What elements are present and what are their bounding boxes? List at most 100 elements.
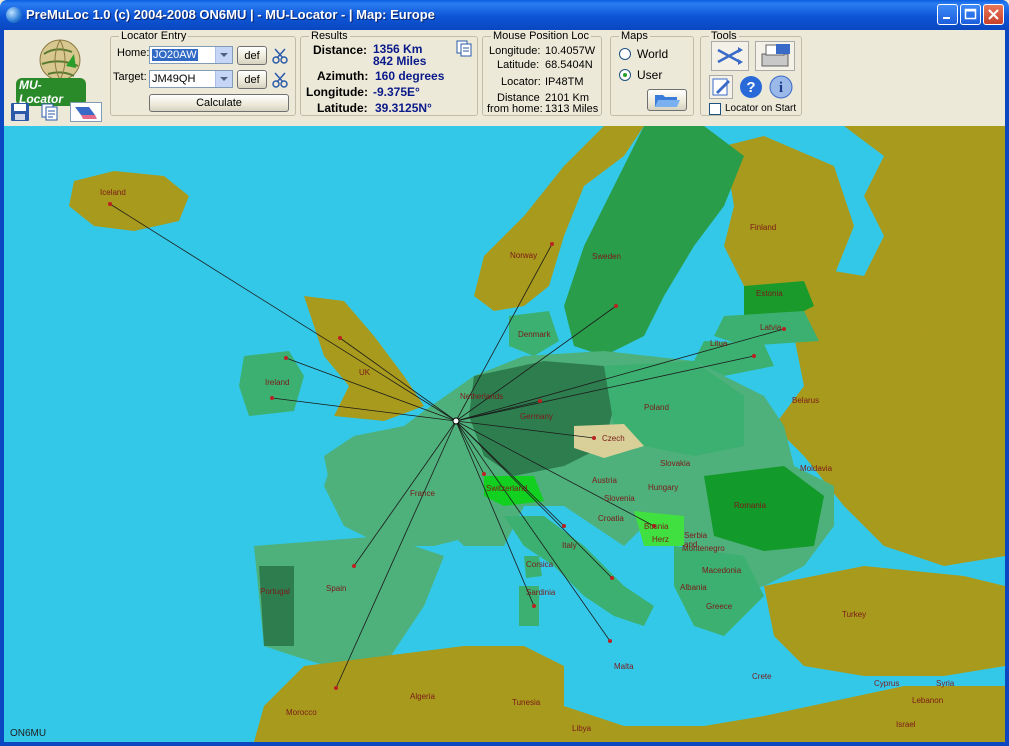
mouse-locator-value: IP48TM bbox=[545, 76, 584, 88]
maps-label: Maps bbox=[619, 30, 650, 42]
eraser-icon bbox=[75, 107, 97, 119]
country-label: Ireland bbox=[265, 378, 290, 387]
calc-tool-button[interactable] bbox=[711, 41, 749, 71]
printer-icon bbox=[761, 44, 790, 67]
results-group: Results Distance: 1356 Km 842 Miles Azim… bbox=[300, 30, 478, 116]
copy-icon bbox=[456, 40, 472, 57]
target-locator-value[interactable]: JM49QH bbox=[152, 73, 195, 85]
mouse-position-group: Mouse Position Loc Longitude: 10.4057W L… bbox=[482, 30, 602, 116]
target-def-button[interactable]: def bbox=[237, 70, 267, 89]
window-frame-right bbox=[1005, 126, 1009, 742]
world-radio[interactable] bbox=[619, 48, 631, 60]
window-frame-bottom bbox=[0, 742, 1009, 746]
azimuth-label: Azimuth: bbox=[317, 69, 369, 83]
map-canvas[interactable] bbox=[4, 126, 1005, 742]
country-label: Montenegro bbox=[682, 544, 725, 553]
country-label: Algeria bbox=[410, 692, 435, 701]
target-locator-combo[interactable]: JM49QH bbox=[149, 70, 233, 88]
mouse-distance-miles-value: 1313 Miles bbox=[545, 103, 599, 115]
country-label: Spain bbox=[326, 584, 347, 593]
country-label: Italy bbox=[562, 541, 577, 550]
user-label[interactable]: User bbox=[637, 68, 662, 82]
country-label: Sweden bbox=[592, 252, 621, 261]
close-icon bbox=[988, 9, 999, 20]
help-question-icon: ? bbox=[740, 76, 762, 98]
scissors-icon bbox=[272, 72, 288, 88]
world-label[interactable]: World bbox=[637, 47, 668, 61]
home-def-button[interactable]: def bbox=[237, 46, 267, 65]
app-icon[interactable] bbox=[6, 7, 22, 23]
locator-entry-label: Locator Entry bbox=[119, 30, 189, 42]
home-clear-button[interactable] bbox=[271, 47, 289, 65]
mouse-from-home-label: from home: bbox=[487, 103, 543, 115]
country-label: Finland bbox=[750, 223, 777, 232]
home-marker bbox=[452, 417, 460, 425]
country-label: Corsica bbox=[526, 560, 554, 569]
title-bar[interactable]: PreMuLoc 1.0 (c) 2004-2008 ON6MU | - MU-… bbox=[0, 0, 1009, 30]
country-label: Bosnia bbox=[644, 522, 669, 531]
country-label: Norway bbox=[510, 251, 538, 260]
mouse-latitude-label: Latitude: bbox=[497, 59, 540, 71]
longitude-value: -9.375E° bbox=[373, 85, 420, 99]
minimize-icon bbox=[943, 17, 950, 19]
country-label: Macedonia bbox=[702, 566, 742, 575]
close-button[interactable] bbox=[983, 4, 1004, 25]
europe-map[interactable]: Iceland Norway Sweden Finland Estonia La… bbox=[4, 126, 1005, 742]
results-label: Results bbox=[309, 30, 350, 42]
chevron-down-icon[interactable] bbox=[215, 47, 232, 63]
notepad-pencil-icon bbox=[712, 78, 730, 96]
locator-entry-group: Locator Entry Home: JO20AW def Target: J… bbox=[110, 30, 296, 116]
country-label: Hungary bbox=[648, 483, 679, 492]
locator-on-start-checkbox[interactable] bbox=[709, 103, 721, 115]
window-title: PreMuLoc 1.0 (c) 2004-2008 ON6MU | - MU-… bbox=[26, 7, 435, 22]
chevron-down-icon[interactable] bbox=[215, 71, 232, 87]
latitude-value: 39.3125N° bbox=[375, 101, 432, 115]
print-tool-button[interactable] bbox=[755, 41, 795, 71]
country-label: Denmark bbox=[518, 330, 551, 339]
target-clear-button[interactable] bbox=[271, 71, 289, 89]
edit-tool-button[interactable] bbox=[709, 75, 733, 99]
open-map-button[interactable] bbox=[647, 89, 687, 111]
save-button[interactable] bbox=[10, 102, 30, 122]
latitude-label: Latitude: bbox=[317, 101, 368, 115]
info-button[interactable]: i bbox=[769, 75, 793, 99]
mouse-latitude-value: 68.5404N bbox=[545, 59, 593, 71]
help-button[interactable]: ? bbox=[739, 75, 763, 99]
country-label: Tunesia bbox=[512, 698, 541, 707]
calculate-button[interactable]: Calculate bbox=[149, 94, 289, 112]
mouse-position-label: Mouse Position Loc bbox=[491, 30, 591, 42]
country-label: Estonia bbox=[756, 289, 783, 298]
copy-button[interactable] bbox=[40, 102, 60, 122]
user-radio[interactable] bbox=[619, 69, 631, 81]
mouse-longitude-label: Longitude: bbox=[489, 45, 541, 57]
country-label: Slovakia bbox=[660, 459, 691, 468]
mouse-longitude-value: 10.4057W bbox=[545, 45, 596, 57]
country-label: Sardinia bbox=[526, 588, 556, 597]
mouse-locator-label: Locator: bbox=[501, 76, 541, 88]
minimize-button[interactable] bbox=[937, 4, 958, 25]
country-label: Crete bbox=[752, 672, 772, 681]
svg-text:?: ? bbox=[746, 79, 755, 96]
home-locator-value[interactable]: JO20AW bbox=[152, 49, 198, 61]
country-label: Latvia bbox=[760, 323, 782, 332]
country-label: Portugal bbox=[260, 587, 290, 596]
home-locator-combo[interactable]: JO20AW bbox=[149, 46, 233, 64]
country-label: Moldavia bbox=[800, 464, 833, 473]
longitude-label: Longitude: bbox=[306, 85, 368, 99]
country-label: Syria bbox=[936, 679, 955, 688]
country-label: Romania bbox=[734, 501, 767, 510]
copy-results-button[interactable] bbox=[456, 40, 474, 58]
locator-on-start-label[interactable]: Locator on Start bbox=[725, 103, 796, 114]
country-label: Poland bbox=[644, 403, 669, 412]
country-label: Iceland bbox=[100, 188, 126, 197]
maximize-button[interactable] bbox=[960, 4, 981, 25]
country-label: Morocco bbox=[286, 708, 317, 717]
country-label: Netherlands bbox=[460, 392, 504, 401]
country-label: Greece bbox=[706, 602, 733, 611]
country-label: Turkey bbox=[842, 610, 867, 619]
country-label: Herz bbox=[652, 535, 669, 544]
map-watermark: ON6MU bbox=[10, 728, 47, 739]
eraser-button[interactable] bbox=[70, 102, 102, 122]
toolbar: MU-Locator Locator Entry Home: JO20AW de… bbox=[0, 30, 1009, 126]
country-label: Albania bbox=[680, 583, 707, 592]
